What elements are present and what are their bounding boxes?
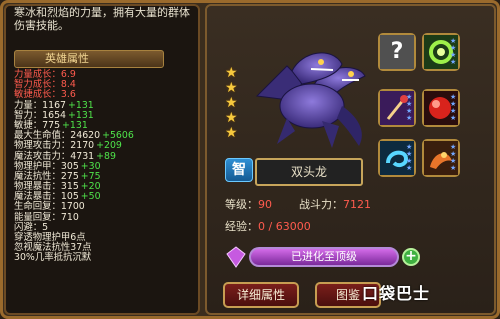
- skill-slot[interactable]: ★ ★ ★ ★: [378, 89, 416, 127]
- star-icon: ★: [406, 114, 413, 122]
- star-icon: ★: [225, 110, 238, 126]
- star-icon: ★: [225, 125, 238, 141]
- exp-label: 经验：: [225, 220, 258, 233]
- hero-name: 双头龙: [255, 158, 363, 186]
- stat-bonus: +209: [96, 140, 122, 152]
- add-button[interactable]: +: [402, 248, 420, 266]
- hero-description: 寒冰和烈焰的力量，拥有大量的群体伤害技能。: [14, 6, 190, 32]
- two-headed-dragon-portrait: [255, 52, 366, 148]
- power-info: 战斗力：7121: [299, 199, 371, 211]
- skill-slot[interactable]: ★ ★ ★ ★: [422, 89, 460, 127]
- detail-attributes-button[interactable]: 详细属性: [223, 282, 299, 308]
- intelligence-type-badge: 智: [225, 158, 253, 182]
- stat-bonus: +131: [68, 99, 94, 111]
- exp-info: 经验：0 / 63000: [225, 221, 311, 233]
- star-icon: ★: [406, 164, 413, 172]
- skill-stars: ★ ★ ★ ★: [406, 94, 412, 122]
- hero-attributes-header: 英雄属性: [14, 50, 164, 68]
- skill-slot[interactable]: ★ ★ ★ ★: [378, 139, 416, 177]
- level-value: 90: [258, 198, 272, 211]
- watermark: 口袋巴士: [362, 284, 431, 303]
- locked-skill-slot[interactable]: ?: [378, 33, 416, 71]
- passive-row: 30%几率抵抗沉默: [14, 252, 92, 264]
- hero-portrait-panel: ★ ★ ★ ★ ★ ? ★ ★ ★ ★ ★ ★ ★ ★ ★ ★ ★ ★ ★ ★ …: [205, 4, 496, 315]
- hero-stars: ★ ★ ★ ★ ★: [225, 66, 239, 141]
- star-icon: ★: [450, 58, 457, 66]
- star-icon: ★: [450, 114, 457, 122]
- power-label: 战斗力：: [299, 198, 343, 211]
- level-info: 等级：90: [225, 199, 272, 211]
- skill-stars: ★ ★ ★ ★: [450, 94, 456, 122]
- hero-info-panel: 寒冰和烈焰的力量，拥有大量的群体伤害技能。 英雄属性 力量成长：6.9 智力成长…: [4, 4, 200, 315]
- stats-list: 力量成长：6.9 智力成长：8.4 敏捷成长：3.6 力量：1167 +131 智…: [14, 69, 198, 264]
- skill-slot[interactable]: ★ ★ ★ ★: [422, 33, 460, 71]
- skill-stars: ★ ★ ★ ★: [406, 144, 412, 172]
- evolve-status-bar: 已进化至顶级: [249, 247, 399, 267]
- skill-slot[interactable]: ★ ★ ★ ★: [422, 139, 460, 177]
- skill-stars: ★ ★ ★ ★: [450, 144, 456, 172]
- star-icon: ★: [450, 164, 457, 172]
- stat-bonus: +89: [96, 150, 116, 162]
- question-mark-icon: ?: [380, 35, 414, 69]
- star-icon: ★: [225, 80, 238, 96]
- level-label: 等级：: [225, 198, 258, 211]
- power-value: 7121: [343, 198, 371, 211]
- exp-value: 0 / 63000: [258, 220, 311, 233]
- skill-stars: ★ ★ ★ ★: [450, 38, 456, 66]
- purple-gem-icon: [226, 246, 246, 268]
- star-icon: ★: [225, 65, 238, 81]
- star-icon: ★: [225, 95, 238, 111]
- stat-value: 710: [60, 211, 79, 223]
